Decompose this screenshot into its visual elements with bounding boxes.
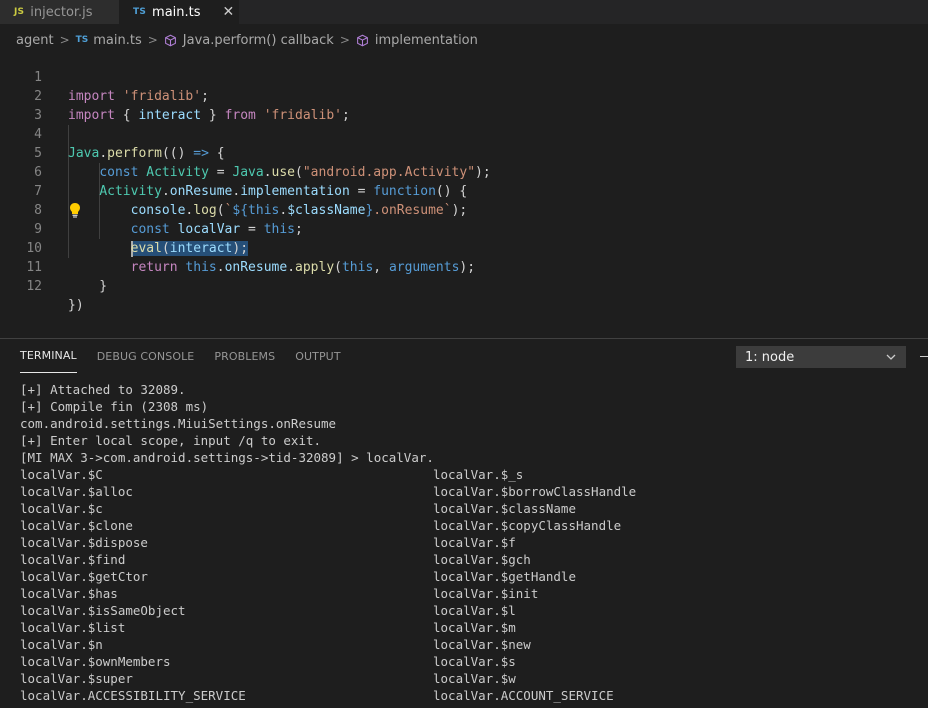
add-terminal-icon[interactable] (920, 356, 928, 357)
breadcrumb-symbol-implementation[interactable]: implementation (375, 33, 478, 48)
tab-label: main.ts (152, 4, 201, 20)
terminal-output[interactable]: [+] Attached to 32089. [+] Compile fin (… (20, 381, 636, 703)
completion-item: localVar.$s (433, 654, 516, 669)
code-line: 12 }) (0, 258, 83, 313)
code-line: 2 import { interact } from 'fridalib'; (0, 68, 350, 123)
completion-item: localVar.ACCOUNT_SERVICE (433, 688, 614, 703)
completion-item: localVar.$getCtor (20, 569, 148, 584)
tab-main-ts[interactable]: TS main.ts ✕ (119, 0, 239, 24)
method-cube-icon (356, 34, 368, 46)
completion-item: localVar.$ownMembers (20, 654, 171, 669)
completion-item: localVar.$list (20, 620, 126, 635)
code-editor[interactable]: 1 import 'fridalib'; 2 import { interact… (0, 49, 928, 337)
breadcrumb-folder[interactable]: agent (16, 33, 54, 48)
method-cube-icon (164, 34, 176, 46)
terminal-prompt-line: [MI MAX 3->com.android.settings->tid-320… (20, 450, 434, 465)
completion-item: localVar.ACCESSIBILITY_SERVICE (20, 688, 246, 703)
tab-output[interactable]: OUTPUT (295, 339, 340, 373)
terminal-select-value: 1: node (745, 349, 795, 365)
completion-item: localVar.$super (20, 671, 133, 686)
completion-item: localVar.$isSameObject (20, 603, 186, 618)
breadcrumb: agent > TS main.ts > Java.perform() call… (0, 29, 478, 51)
completion-item: localVar.$f (433, 535, 516, 550)
chevron-right-icon: > (59, 33, 70, 47)
ts-file-icon: TS (133, 7, 147, 17)
tab-problems[interactable]: PROBLEMS (214, 339, 275, 373)
line-number: 12 (26, 279, 42, 294)
completion-item: localVar.$gch (433, 552, 531, 567)
terminal-line: [+] Attached to 32089. (20, 382, 186, 397)
completion-item: localVar.$init (433, 586, 539, 601)
terminal-line: [+] Compile fin (2308 ms) (20, 399, 209, 414)
code-line: 4 Java.perform(() => { (0, 106, 224, 161)
close-icon[interactable]: ✕ (223, 4, 235, 20)
chevron-down-icon (886, 354, 896, 360)
completion-item: localVar.$getHandle (433, 569, 576, 584)
code-line: 11 } (0, 239, 107, 294)
completion-item: localVar.$find (20, 552, 126, 567)
chevron-right-icon: > (339, 33, 350, 47)
tab-debug-console[interactable]: DEBUG CONSOLE (97, 339, 195, 373)
tab-injector-js[interactable]: JS injector.js (0, 0, 119, 24)
completion-column-right: localVar.$_s localVar.$borrowClassHandle… (433, 466, 636, 704)
code-line: 9 eval(interact); (0, 201, 249, 257)
completion-item: localVar.$w (433, 671, 516, 686)
lightbulb-icon[interactable] (68, 202, 82, 218)
breadcrumb-file[interactable]: main.ts (93, 33, 141, 48)
tab-terminal[interactable]: TERMINAL (20, 339, 77, 373)
ts-file-icon: TS (75, 35, 89, 45)
completion-item: localVar.$alloc (20, 484, 133, 499)
code-line: 3 (0, 87, 42, 123)
panel-tabs: TERMINAL DEBUG CONSOLE PROBLEMS OUTPUT (0, 339, 361, 373)
completion-item: localVar.$l (433, 603, 516, 618)
chevron-right-icon: > (147, 33, 158, 47)
completion-item: localVar.$m (433, 620, 516, 635)
completion-item: localVar.$borrowClassHandle (433, 484, 637, 499)
completion-item: localVar.$clone (20, 518, 133, 533)
js-file-icon: JS (14, 7, 25, 17)
completion-item: localVar.$copyClassHandle (433, 518, 622, 533)
completion-item: localVar.$dispose (20, 535, 148, 550)
completion-item: localVar.$className (433, 501, 576, 516)
bottom-panel: TERMINAL DEBUG CONSOLE PROBLEMS OUTPUT 1… (0, 338, 928, 708)
completion-item: localVar.$new (433, 637, 531, 652)
completion-item: localVar.$has (20, 586, 118, 601)
completion-item: localVar.$_s (433, 467, 524, 482)
code-line: 7 console.log(`${this.$className}.onResu… (0, 163, 467, 218)
completion-column-left: localVar.$C localVar.$alloc localVar.$c … (20, 466, 246, 704)
completion-item: localVar.$n (20, 637, 103, 652)
completion-item: localVar.$C (20, 467, 103, 482)
code-line: 6 Activity.onResume.implementation = fun… (0, 144, 467, 199)
code-line: 10 return this.onResume.apply(this, argu… (0, 220, 475, 275)
breadcrumb-symbol-callback[interactable]: Java.perform() callback (183, 33, 334, 48)
completion-item: localVar.$c (20, 501, 103, 516)
terminal-line: com.android.settings.MiuiSettings.onResu… (20, 416, 337, 431)
code-line: 8 const localVar = this; (0, 182, 303, 237)
terminal-select[interactable]: 1: node (736, 346, 906, 368)
terminal-line: [+] Enter local scope, input /q to exit. (20, 433, 322, 448)
code-line: 5 const Activity = Java.use("android.app… (0, 125, 491, 180)
tab-label: injector.js (30, 4, 93, 20)
editor-tab-bar: JS injector.js TS main.ts ✕ (0, 0, 928, 24)
code-line: 1 import 'fridalib'; (0, 49, 209, 104)
